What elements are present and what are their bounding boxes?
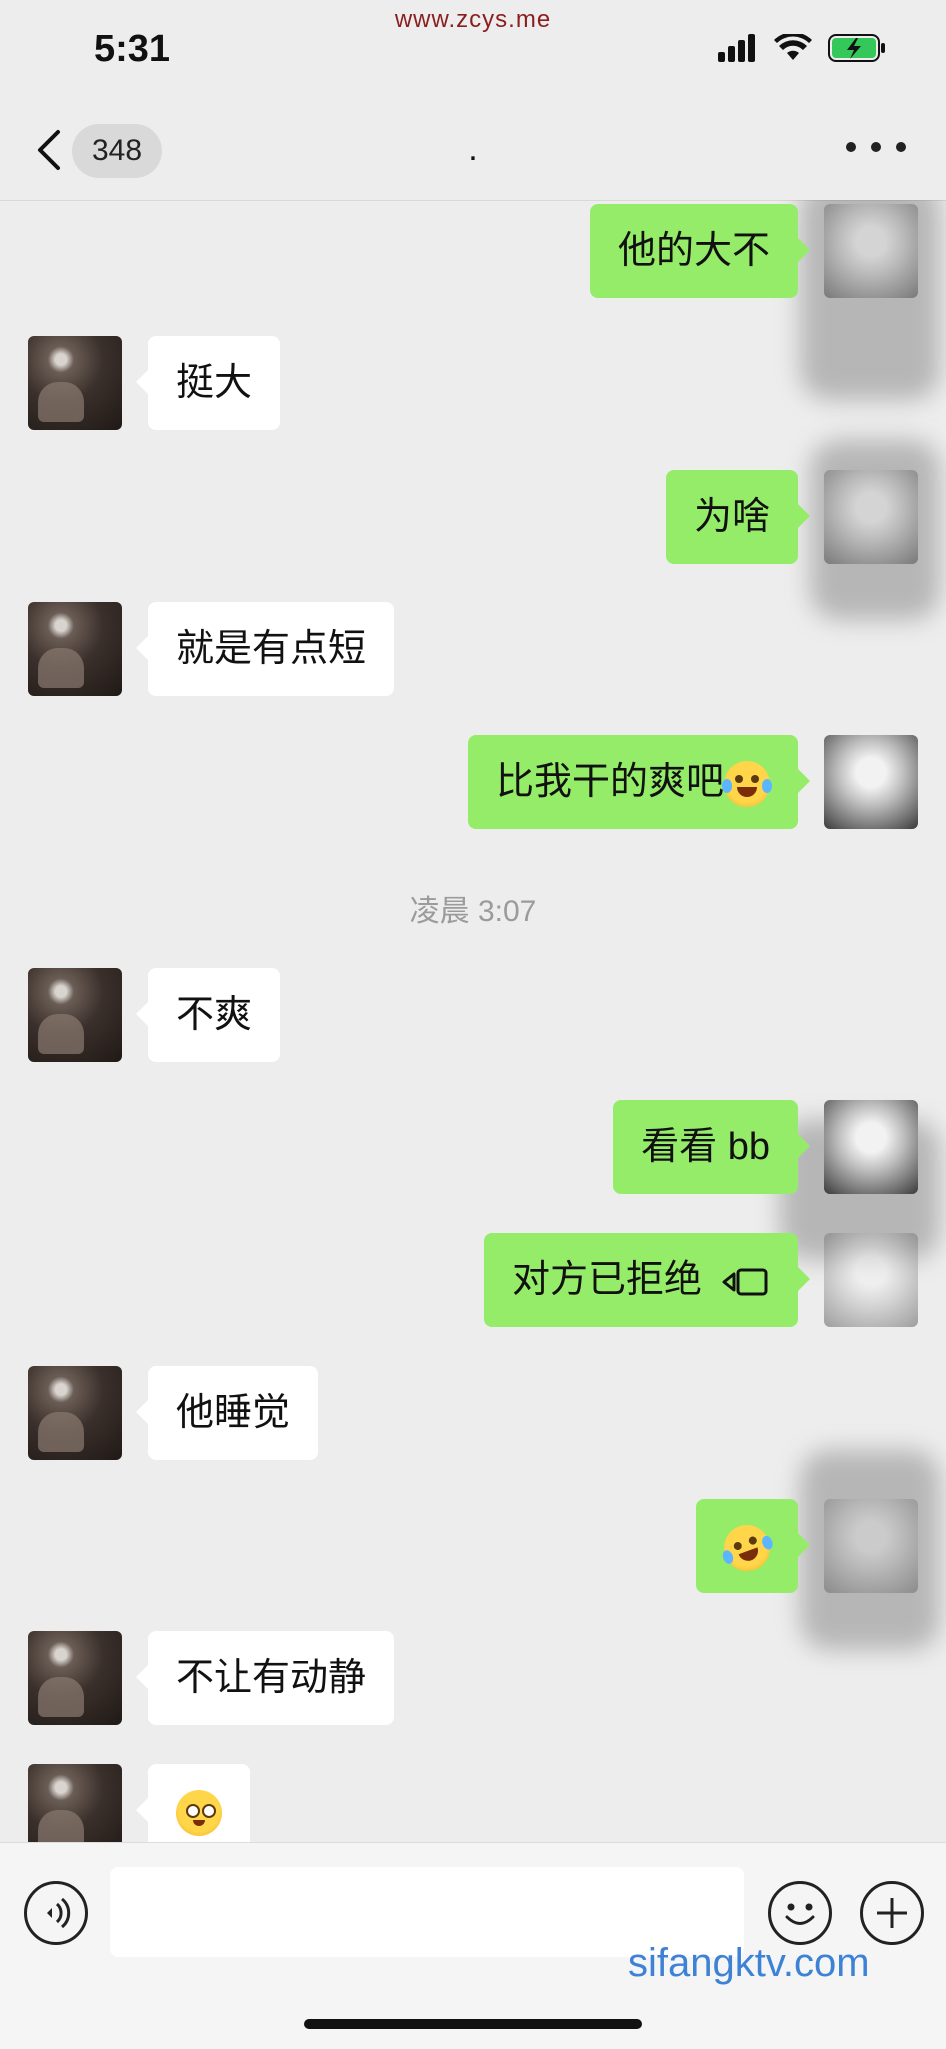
voice-input-button[interactable]: [24, 1881, 88, 1945]
chat-header: 348 .: [0, 100, 946, 201]
contact-avatar[interactable]: [28, 602, 122, 696]
more-actions-button[interactable]: [860, 1881, 924, 1945]
message-row: 看看 bb: [0, 1100, 946, 1194]
smiley-icon: [785, 1903, 815, 1925]
plus-icon: [877, 1898, 907, 1928]
rolling-laughing-emoji: [717, 1518, 777, 1578]
message-row: 不让有动静: [0, 1631, 946, 1725]
message-row: [0, 1499, 946, 1593]
watermark-bottom: sifangktv.com: [628, 1941, 870, 1985]
home-indicator[interactable]: [304, 2019, 642, 2029]
tears-of-joy-emoji: [722, 760, 772, 807]
cellular-signal-icon: [718, 34, 755, 62]
contact-avatar[interactable]: [28, 1366, 122, 1460]
my-avatar[interactable]: [824, 1499, 918, 1593]
message-row: 为啥: [0, 470, 946, 564]
contact-avatar[interactable]: [28, 336, 122, 430]
my-avatar[interactable]: [824, 470, 918, 564]
contact-avatar[interactable]: [28, 968, 122, 1062]
my-avatar[interactable]: [824, 1233, 918, 1327]
message-bubble[interactable]: 看看 bb: [613, 1100, 810, 1194]
message-bubble[interactable]: 就是有点短: [135, 602, 395, 696]
my-avatar[interactable]: [824, 1100, 918, 1194]
my-avatar[interactable]: [824, 735, 918, 829]
message-row: 对方已拒绝: [0, 1233, 946, 1327]
message-bubble[interactable]: 不让有动静: [135, 1631, 395, 1725]
time-divider: 凌晨 3:07: [409, 895, 537, 928]
status-icons: [718, 34, 886, 62]
emoji-bubble[interactable]: [696, 1499, 810, 1593]
message-text: 比我干的爽吧: [495, 761, 724, 803]
message-bubble[interactable]: 他睡觉: [135, 1366, 319, 1460]
wifi-icon: [774, 34, 812, 60]
message-bubble[interactable]: 他的大不: [589, 204, 811, 298]
message-bubble[interactable]: 不爽: [135, 968, 281, 1062]
message-row: 他睡觉: [0, 1366, 946, 1460]
contact-avatar[interactable]: [28, 1764, 122, 1842]
contact-avatar[interactable]: [28, 1631, 122, 1725]
status-time: 5:31: [94, 28, 171, 70]
emoji-bubble[interactable]: [136, 1764, 250, 1842]
emoji-button[interactable]: [768, 1881, 832, 1945]
message-bubble[interactable]: 比我干的爽吧: [467, 735, 811, 829]
dot-icon: [871, 142, 881, 152]
message-row: 就是有点短: [0, 602, 946, 696]
voice-icon: [47, 1897, 71, 1929]
message-row: [0, 1764, 946, 1842]
message-row: 不爽: [0, 968, 946, 1062]
input-bar: sifangktv.com: [0, 1842, 946, 2049]
message-row: 他的大不: [0, 204, 946, 298]
message-row: 比我干的爽吧: [0, 735, 946, 829]
message-list[interactable]: 他的大不 挺大 为啥 就是有点短 比我干的爽吧 凌晨 3:07 不爽 看看 bb…: [0, 200, 946, 1842]
my-avatar[interactable]: [824, 204, 918, 298]
status-bar: www.zcys.me 5:31: [0, 0, 946, 100]
call-declined-bubble[interactable]: 对方已拒绝: [483, 1233, 811, 1327]
dot-icon: [896, 142, 906, 152]
dot-icon: [846, 142, 856, 152]
message-bubble[interactable]: 挺大: [135, 336, 281, 430]
video-call-icon: [722, 1268, 768, 1296]
flushed-emoji: [176, 1789, 222, 1836]
message-text: 对方已拒绝: [511, 1259, 702, 1301]
message-bubble[interactable]: 为啥: [665, 470, 811, 564]
chat-title: .: [468, 130, 478, 168]
more-options-button[interactable]: [846, 142, 906, 158]
message-row: 挺大: [0, 336, 946, 430]
battery-charging-icon: [828, 34, 885, 62]
